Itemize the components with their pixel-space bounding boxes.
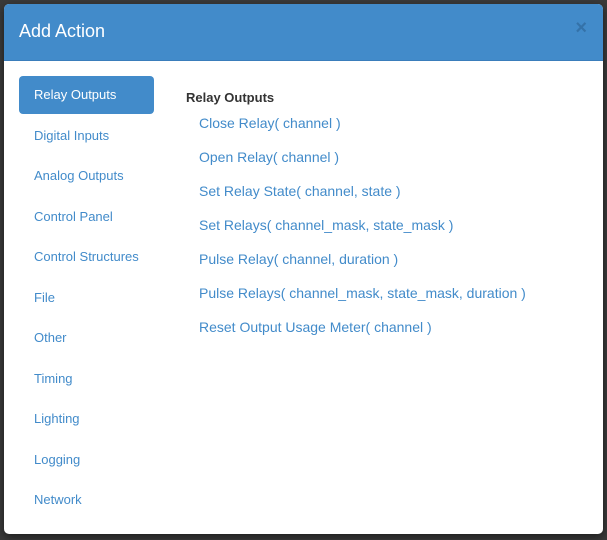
section-heading: Relay Outputs [186, 90, 275, 105]
action-set-relay-state[interactable]: Set Relay State( channel, state ) [186, 176, 586, 210]
action-open-relay[interactable]: Open Relay( channel ) [186, 142, 586, 176]
sidebar-item-relay-outputs[interactable]: Relay Outputs [19, 76, 154, 114]
sidebar-item-logging[interactable]: Logging [19, 441, 154, 479]
close-icon[interactable]: × [575, 18, 587, 38]
dialog-title: Add Action [19, 21, 106, 41]
action-close-relay[interactable]: Close Relay( channel ) [186, 108, 586, 142]
action-pulse-relays[interactable]: Pulse Relays( channel_mask, state_mask, … [186, 278, 586, 312]
action-pulse-relay[interactable]: Pulse Relay( channel, duration ) [186, 244, 586, 278]
add-action-dialog: Add Action × Relay Outputs Digital Input… [4, 4, 603, 534]
action-set-relays[interactable]: Set Relays( channel_mask, state_mask ) [186, 210, 586, 244]
sidebar-item-file[interactable]: File [19, 279, 154, 317]
category-sidebar: Relay Outputs Digital Inputs Analog Outp… [19, 76, 154, 522]
action-list-panel: Relay Outputs Close Relay( channel ) Ope… [186, 90, 586, 346]
sidebar-item-control-panel[interactable]: Control Panel [19, 198, 154, 236]
sidebar-item-control-structures[interactable]: Control Structures [19, 238, 154, 276]
dialog-header: Add Action × [4, 4, 603, 61]
sidebar-item-timing[interactable]: Timing [19, 360, 154, 398]
action-reset-output-usage-meter[interactable]: Reset Output Usage Meter( channel ) [186, 312, 586, 346]
sidebar-item-digital-inputs[interactable]: Digital Inputs [19, 117, 154, 155]
sidebar-item-other[interactable]: Other [19, 319, 154, 357]
sidebar-item-lighting[interactable]: Lighting [19, 400, 154, 438]
sidebar-item-analog-outputs[interactable]: Analog Outputs [19, 157, 154, 195]
sidebar-item-network[interactable]: Network [19, 481, 154, 519]
